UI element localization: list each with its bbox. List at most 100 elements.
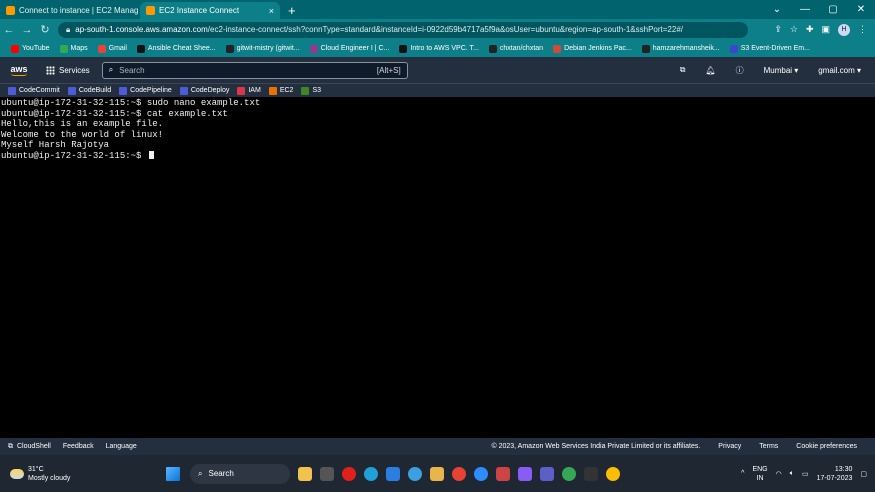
services-label: Services — [59, 65, 90, 75]
service-icon — [268, 86, 277, 95]
clock[interactable]: 13:30 17-07-2023 — [817, 465, 853, 483]
bookmark-item[interactable]: Debian Jenkins Pac... — [548, 44, 637, 53]
url-field[interactable]: 🔒︎ ap-south-1.console.aws.amazon.com /ec… — [58, 21, 748, 38]
windows-start-icon[interactable] — [166, 466, 180, 481]
bookmark-item[interactable]: Gmail — [93, 44, 132, 53]
services-menu-button[interactable]: Services — [46, 65, 90, 75]
camera-icon[interactable] — [320, 466, 334, 481]
store-icon[interactable] — [386, 466, 400, 481]
opera-icon[interactable] — [342, 466, 356, 481]
file-explorer-icon[interactable] — [298, 466, 312, 481]
bookmark-icon — [225, 44, 234, 53]
tab-connect-to-instance[interactable]: Connect to instance | EC2 Manag × — [0, 2, 140, 19]
aws-top-nav: aws Services ⌕ Search [Alt+S] ⧉ 🔔︎ ⓘ Mum… — [0, 57, 875, 83]
bookmarks-bar: YouTube Maps Gmail Ansible Cheat Shee... git… — [0, 40, 875, 57]
wifi-icon[interactable]: ◠ — [776, 470, 782, 478]
bookmark-item[interactable]: gitwit-mistry (gitwit... — [221, 44, 305, 53]
app-icon[interactable] — [496, 466, 510, 481]
star-icon[interactable]: ☆ — [790, 24, 798, 35]
taskbar-search-label: Search — [208, 469, 234, 478]
bookmark-label: gitwit-mistry (gitwit... — [236, 45, 300, 52]
terms-link[interactable]: Terms — [759, 443, 778, 450]
new-tab-button[interactable]: + — [280, 2, 304, 19]
bell-icon[interactable]: 🔔︎ — [705, 66, 715, 75]
region-selector[interactable]: Mumbai ▾ — [764, 66, 799, 75]
terminal-icon[interactable] — [584, 466, 598, 481]
feedback-link[interactable]: Feedback — [63, 443, 94, 450]
favorite-s3[interactable]: S3 — [301, 86, 321, 95]
cloudshell-button[interactable]: ⧉ CloudShell — [8, 443, 51, 451]
bookmark-label: Debian Jenkins Pac... — [564, 45, 632, 52]
battery-icon[interactable]: ▭ — [802, 470, 809, 478]
bookmark-item[interactable]: hamzarehmansheik... — [637, 44, 725, 53]
cloudshell-icon[interactable]: ⧉ — [680, 65, 686, 75]
service-icon — [8, 86, 16, 95]
bookmark-item[interactable]: Intro to AWS VPC. T... — [394, 44, 483, 53]
maximize-button[interactable]: ▢ — [819, 4, 847, 15]
favorite-codedeploy[interactable]: CodeDeploy — [179, 86, 229, 95]
privacy-link[interactable]: Privacy — [718, 443, 741, 450]
aws-favorites-bar: CodeCommit CodeBuild CodePipeline CodeDeplo… — [0, 83, 875, 97]
account-menu[interactable]: gmail.com ▾ — [818, 66, 861, 75]
weather-text: Mostly cloudy — [28, 474, 71, 482]
search-input[interactable]: ⌕ Search [Alt+S] — [101, 61, 408, 79]
date: 17-07-2023 — [816, 474, 853, 482]
chevron-down-icon[interactable]: ⌄ — [763, 4, 791, 15]
grid-icon — [46, 65, 55, 75]
reload-icon[interactable]: ↻ — [36, 23, 54, 36]
lock-icon: 🔒︎ — [66, 24, 71, 34]
avatar[interactable]: H — [838, 23, 850, 36]
favorite-ec2[interactable]: EC2 — [268, 86, 293, 95]
favorite-codecommit[interactable]: CodeCommit — [8, 86, 60, 95]
favorite-iam[interactable]: IAM — [237, 86, 261, 95]
bookmark-item[interactable]: chxtan/chxtan — [484, 44, 548, 53]
window-controls: ⌄ — ▢ ✕ — [763, 0, 875, 19]
chrome-icon[interactable] — [452, 466, 466, 481]
app-icon[interactable] — [408, 466, 422, 481]
bookmark-icon — [59, 44, 68, 53]
favorite-codebuild[interactable]: CodeBuild — [67, 86, 111, 95]
folder-icon[interactable] — [430, 466, 444, 481]
close-window-button[interactable]: ✕ — [847, 4, 875, 15]
extensions-icon[interactable]: ✚ — [806, 24, 814, 35]
bookmark-item[interactable]: Cloud Engineer I | C... — [305, 44, 395, 53]
tab-ec2-instance-connect[interactable]: EC2 Instance Connect × — [140, 2, 280, 19]
chrome-icon[interactable] — [562, 466, 576, 481]
minimize-button[interactable]: — — [791, 4, 819, 15]
bookmark-item[interactable]: YouTube — [6, 44, 55, 53]
sidebar-icon[interactable]: ▣ — [821, 24, 830, 35]
edge-icon[interactable] — [364, 466, 378, 481]
bookmark-item[interactable]: Ansible Cheat Shee... — [132, 44, 221, 53]
url-path: /ec2-instance-connect/ssh?connType=stand… — [207, 25, 683, 34]
terminal-cursor — [148, 150, 154, 159]
chevron-up-icon[interactable]: ^ — [741, 470, 744, 477]
bookmark-item[interactable]: S3 Event-Driven Em... — [725, 44, 815, 53]
close-icon[interactable]: × — [269, 6, 274, 16]
menu-icon[interactable]: ⋮ — [858, 24, 867, 35]
app-icon[interactable] — [518, 466, 532, 481]
taskbar-search[interactable]: ⌕ Search — [190, 463, 290, 484]
help-icon[interactable]: ⓘ — [736, 65, 744, 76]
chrome-icon[interactable] — [606, 466, 620, 481]
language-link[interactable]: Language — [106, 443, 137, 450]
back-icon[interactable]: ← — [0, 24, 18, 36]
terminal[interactable]: ubuntu@ip-172-31-32-115:~$ sudo nano exa… — [0, 97, 875, 438]
forward-icon[interactable]: → — [18, 24, 36, 36]
language-code[interactable]: ENG — [752, 465, 767, 474]
bookmark-icon — [641, 44, 650, 53]
bookmark-label: Cloud Engineer I | C... — [320, 45, 390, 52]
share-icon[interactable]: ⇪ — [774, 24, 782, 35]
cookie-preferences-link[interactable]: Cookie preferences — [796, 443, 857, 450]
terminal-line: Hello,this is an example file. — [1, 119, 164, 129]
aws-logo[interactable]: aws — [10, 64, 28, 76]
bookmark-item[interactable]: Maps — [55, 44, 93, 53]
weather-widget[interactable]: 31°C Mostly cloudy — [0, 465, 160, 483]
favorite-codepipeline[interactable]: CodePipeline — [119, 86, 172, 95]
terminal-line: ubuntu@ip-172-31-32-115:~$ cat example.t… — [1, 108, 228, 119]
terminal-prompt-line: ubuntu@ip-172-31-32-115:~$ — [1, 150, 875, 162]
url-domain: ap-south-1.console.aws.amazon.com — [75, 25, 208, 34]
notification-icon[interactable]: ▢ — [860, 470, 867, 478]
teams-icon[interactable] — [540, 466, 554, 481]
zoom-icon[interactable] — [474, 466, 488, 481]
speaker-icon[interactable]: 🔈︎ — [790, 470, 794, 478]
